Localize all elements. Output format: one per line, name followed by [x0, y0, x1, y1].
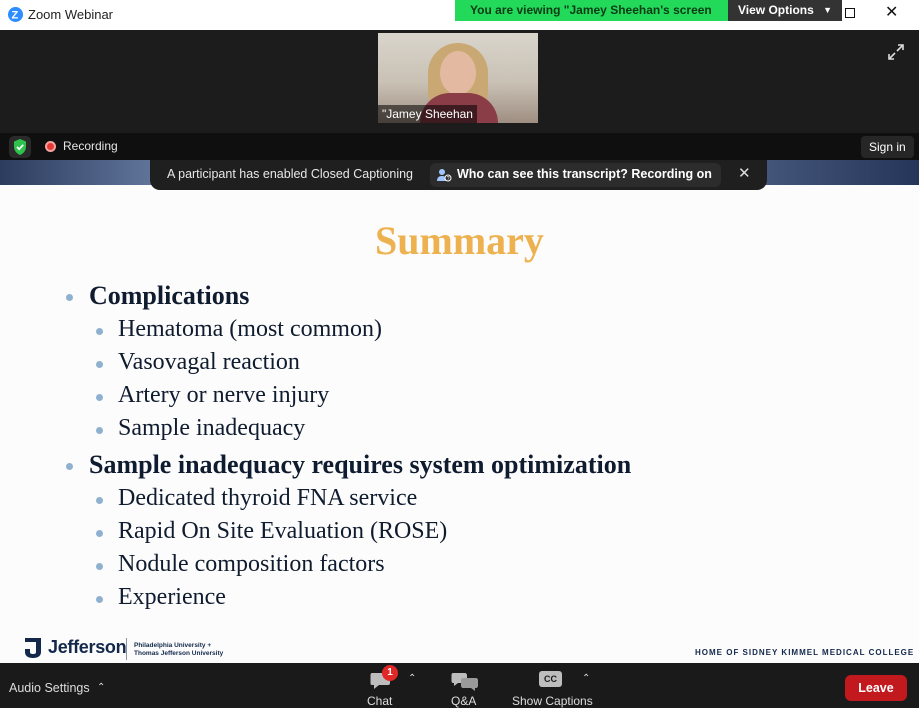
bullet-complications: Complications	[89, 281, 250, 310]
participant-name: "Jamey Sheehan	[378, 105, 477, 123]
bullet-dot	[66, 294, 73, 301]
bullet-dot	[96, 563, 103, 570]
leave-button[interactable]: Leave	[845, 675, 907, 701]
footer-divider	[126, 638, 127, 660]
viewing-screen-banner: You are viewing "Jamey Sheehan's screen	[455, 0, 728, 21]
sub-bullet: Vasovagal reaction	[118, 349, 300, 375]
bullet-dot	[96, 328, 103, 335]
window-title: Zoom Webinar	[28, 7, 114, 22]
participant-face	[440, 51, 476, 95]
caption-notice-text: A participant has enabled Closed Caption…	[167, 167, 414, 181]
transcript-info-label: Who can see this transcript? Recording o…	[457, 167, 712, 181]
video-strip: "Jamey Sheehan	[0, 30, 919, 133]
people-icon: ?	[436, 167, 452, 183]
sub-bullet: Dedicated thyroid FNA service	[118, 485, 418, 511]
qa-label: Q&A	[451, 694, 477, 708]
chat-unread-badge: 1	[382, 665, 398, 681]
sign-in-button[interactable]: Sign in	[861, 136, 914, 158]
svg-text:Z: Z	[12, 10, 19, 22]
close-icon[interactable]: ✕	[885, 4, 898, 22]
chevron-up-icon[interactable]: ⌃	[408, 673, 416, 684]
sub-bullet: Artery or nerve injury	[118, 382, 330, 408]
show-captions-label: Show Captions	[512, 694, 593, 708]
title-bar: Z Zoom Webinar You are viewing "Jamey Sh…	[0, 0, 919, 30]
slide-title: Summary	[375, 218, 544, 263]
svg-text:?: ?	[447, 176, 450, 182]
bullet-dot	[96, 394, 103, 401]
sub-bullet: Nodule composition factors	[118, 551, 385, 577]
recording-label: Recording	[63, 139, 118, 153]
shared-screen: A participant has enabled Closed Caption…	[0, 160, 919, 663]
jefferson-sub-line1: Philadelphia University +	[134, 642, 212, 649]
closed-caption-notice-bar: A participant has enabled Closed Caption…	[150, 160, 767, 190]
bullet-dot	[96, 497, 103, 504]
zoom-webinar-window: Z Zoom Webinar You are viewing "Jamey Sh…	[0, 0, 919, 708]
view-options-button[interactable]: View Options ▼	[728, 0, 842, 21]
transcript-info-button[interactable]: ? Who can see this transcript? Recording…	[430, 163, 721, 187]
participant-video-tile[interactable]: "Jamey Sheehan	[378, 33, 538, 123]
chevron-up-icon[interactable]: ⌃	[97, 682, 105, 693]
zoom-logo-icon: Z	[8, 7, 23, 22]
maximize-icon[interactable]	[845, 8, 855, 18]
jefferson-brand: Jefferson	[48, 637, 127, 657]
chevron-up-icon[interactable]: ⌃	[582, 673, 590, 684]
bullet-dot	[96, 361, 103, 368]
bullet-sample-inadequacy: Sample inadequacy requires system optimi…	[89, 450, 632, 479]
sub-bullet: Sample inadequacy	[118, 415, 306, 441]
meeting-toolbar: Audio Settings ⌃ Chat ⌃ Q&A Show Caption…	[0, 663, 919, 708]
bullet-dot	[96, 427, 103, 434]
jefferson-logo-icon	[22, 636, 44, 660]
close-icon[interactable]: ✕	[738, 164, 751, 182]
chevron-down-icon: ▼	[823, 5, 832, 15]
sub-bullet: Rapid On Site Evaluation (ROSE)	[118, 518, 448, 544]
meeting-status-bar: Recording Sign in	[0, 133, 919, 160]
medical-college-tagline: HOME OF SIDNEY KIMMEL MEDICAL COLLEGE	[695, 648, 915, 657]
sub-bullet: Experience	[118, 584, 226, 610]
closed-captions-icon[interactable]: CC	[539, 671, 562, 687]
audio-settings-button[interactable]: Audio Settings	[9, 681, 90, 695]
qa-button[interactable]	[450, 670, 480, 694]
security-shield-icon[interactable]	[9, 136, 31, 158]
bullet-dot	[66, 463, 73, 470]
expand-icon[interactable]	[886, 42, 906, 62]
qa-icon	[451, 673, 478, 691]
jefferson-sub-line2: Thomas Jefferson University	[134, 650, 224, 657]
bullet-dot	[96, 530, 103, 537]
bullet-dot	[96, 596, 103, 603]
recording-icon	[45, 141, 56, 152]
view-options-label: View Options	[738, 3, 814, 17]
chat-label: Chat	[367, 694, 393, 708]
sub-bullet: Hematoma (most common)	[118, 316, 382, 342]
